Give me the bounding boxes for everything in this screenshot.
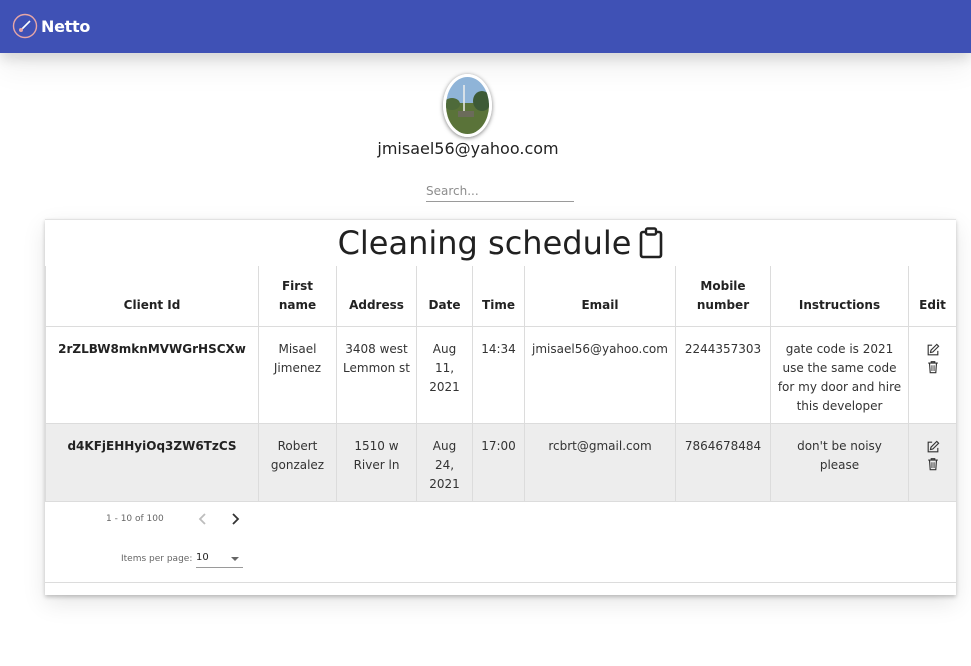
- cell-first-name: Robert gonzalez: [258, 422, 337, 502]
- cell-mobile: 7864678484: [675, 422, 771, 502]
- cell-email: jmisael56@yahoo.com: [524, 325, 676, 424]
- col-header-mobile[interactable]: Mobile number: [675, 266, 771, 327]
- card-divider: [45, 582, 956, 583]
- edit-icon[interactable]: [926, 343, 940, 357]
- avatar[interactable]: [443, 74, 492, 137]
- schedule-title: Cleaning schedule: [45, 220, 956, 266]
- items-per-page-value: 10: [196, 552, 209, 563]
- chevron-down-icon: [231, 557, 239, 561]
- cell-address: 1510 w River ln: [336, 422, 417, 502]
- cell-address: 3408 west Lemmon st: [336, 325, 417, 424]
- col-header-email[interactable]: Email: [524, 266, 676, 327]
- cell-instructions: gate code is 2021 use the same code for …: [770, 325, 909, 424]
- cell-instructions: don't be noisy please: [770, 422, 909, 502]
- cell-client-id: d4KFjEHHyiOq3ZW6TzCS: [45, 422, 259, 502]
- schedule-card: Cleaning schedule Client Id First name A…: [45, 219, 957, 595]
- app-name: Netto: [41, 16, 91, 36]
- schedule-title-text: Cleaning schedule: [337, 224, 632, 262]
- cell-first-name: Misael Jimenez: [258, 325, 337, 424]
- col-header-date[interactable]: Date: [416, 266, 473, 327]
- cell-time: 17:00: [472, 422, 525, 502]
- edit-icon[interactable]: [926, 440, 940, 454]
- cell-time: 14:34: [472, 325, 525, 424]
- col-header-instructions[interactable]: Instructions: [770, 266, 909, 327]
- col-header-edit: Edit: [908, 266, 957, 327]
- chevron-right-icon[interactable]: [227, 511, 243, 527]
- user-email: jmisael56@yahoo.com: [377, 139, 559, 158]
- items-per-page-label: Items per page:: [121, 554, 193, 564]
- items-per-page-select[interactable]: 10: [196, 550, 243, 568]
- cell-edit: [908, 325, 957, 424]
- chevron-left-icon[interactable]: [195, 511, 211, 527]
- col-header-address[interactable]: Address: [336, 266, 417, 327]
- paginator: 1 - 10 of 100 Items per page: 10: [45, 502, 956, 582]
- top-app-bar: Netto: [0, 0, 971, 53]
- cell-client-id: 2rZLBW8mknMVWGrHSCXw: [45, 325, 259, 424]
- cell-edit: [908, 422, 957, 502]
- search-input[interactable]: [426, 181, 574, 202]
- profile-photo: [446, 77, 489, 134]
- cell-mobile: 2244357303: [675, 325, 771, 424]
- table-row[interactable]: d4KFjEHHyiOq3ZW6TzCS Robert gonzalez 151…: [45, 422, 957, 502]
- trash-icon[interactable]: [926, 457, 940, 471]
- trash-icon[interactable]: [926, 360, 940, 374]
- cell-date: Aug 11, 2021: [416, 325, 473, 424]
- col-header-first-name[interactable]: First name: [258, 266, 337, 327]
- cell-date: Aug 24, 2021: [416, 422, 473, 502]
- broom-logo-icon: [12, 13, 38, 39]
- col-header-client-id[interactable]: Client Id: [45, 266, 259, 327]
- col-header-time[interactable]: Time: [472, 266, 525, 327]
- page-range-label: 1 - 10 of 100: [106, 514, 164, 524]
- cell-email: rcbrt@gmail.com: [524, 422, 676, 502]
- header-row: Client Id First name Address Date Time E…: [45, 266, 957, 327]
- schedule-table: Client Id First name Address Date Time E…: [45, 266, 957, 502]
- clipboard-icon: [640, 227, 663, 259]
- table-row[interactable]: 2rZLBW8mknMVWGrHSCXw Misael Jimenez 3408…: [45, 325, 957, 424]
- brand[interactable]: Netto: [12, 13, 90, 39]
